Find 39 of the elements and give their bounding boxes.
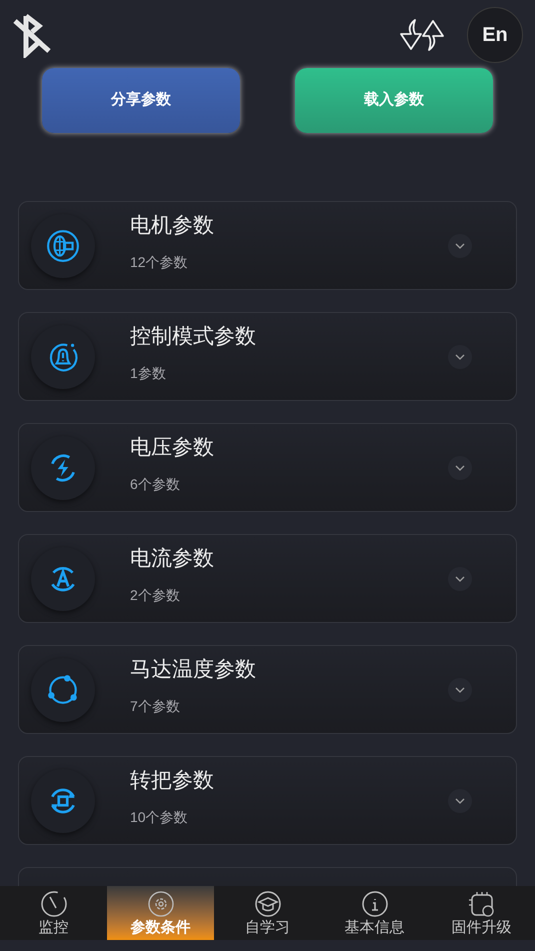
gauge-icon (40, 890, 68, 918)
info-icon (360, 890, 388, 918)
parameter-count: 6个参数 (130, 475, 181, 493)
chevron-icon[interactable] (448, 678, 472, 702)
parameter-group-card[interactable]: 电流参数 2个参数 (18, 534, 517, 623)
parameter-count: 12个参数 (130, 253, 189, 271)
parameter-count: 2个参数 (130, 586, 181, 604)
nav-tab[interactable]: 监控 (0, 886, 107, 940)
group-title: 控制模式参数 (130, 324, 257, 350)
motor-icon (46, 228, 80, 262)
chevron-icon[interactable] (448, 456, 472, 480)
cycle-icon (46, 672, 80, 706)
sync-icon[interactable] (399, 18, 447, 52)
chevron-icon[interactable] (448, 234, 472, 258)
parameter-group-card[interactable]: 马达温度参数 7个参数 (18, 645, 517, 734)
graduation-cap-icon (254, 890, 282, 918)
group-title: 电压参数 (130, 435, 215, 461)
gear-icon (146, 890, 174, 918)
language-button[interactable]: En (467, 7, 523, 63)
nav-tab[interactable]: 固件升级 (428, 886, 535, 940)
nav-tab[interactable]: 基本信息 (321, 886, 428, 940)
parameter-group-card[interactable]: 电压参数 6个参数 (18, 423, 517, 512)
parameter-group-card[interactable]: 控制模式参数 1参数 (18, 312, 517, 401)
group-title: 马达温度参数 (130, 657, 257, 683)
bluetooth-off-icon[interactable] (12, 12, 52, 58)
share-button[interactable]: 分享参数 (42, 68, 240, 133)
chevron-icon[interactable] (448, 344, 472, 368)
chevron-icon[interactable] (448, 566, 472, 590)
group-title: 电流参数 (130, 546, 215, 572)
parameter-count: 10个参数 (130, 808, 189, 826)
chip-icon (468, 890, 496, 918)
parameter-count: 1参数 (130, 364, 167, 382)
nav-tab[interactable]: 自学习 (214, 886, 321, 940)
group-title: 电机参数 (130, 213, 215, 239)
parameter-group-card[interactable]: 转把参数 10个参数 (18, 756, 517, 845)
group-title: 转把参数 (130, 768, 215, 794)
parameter-group-card[interactable]: 电机参数 12个参数 (18, 201, 517, 290)
chevron-icon[interactable] (448, 788, 472, 812)
parameter-count: 7个参数 (130, 697, 181, 715)
